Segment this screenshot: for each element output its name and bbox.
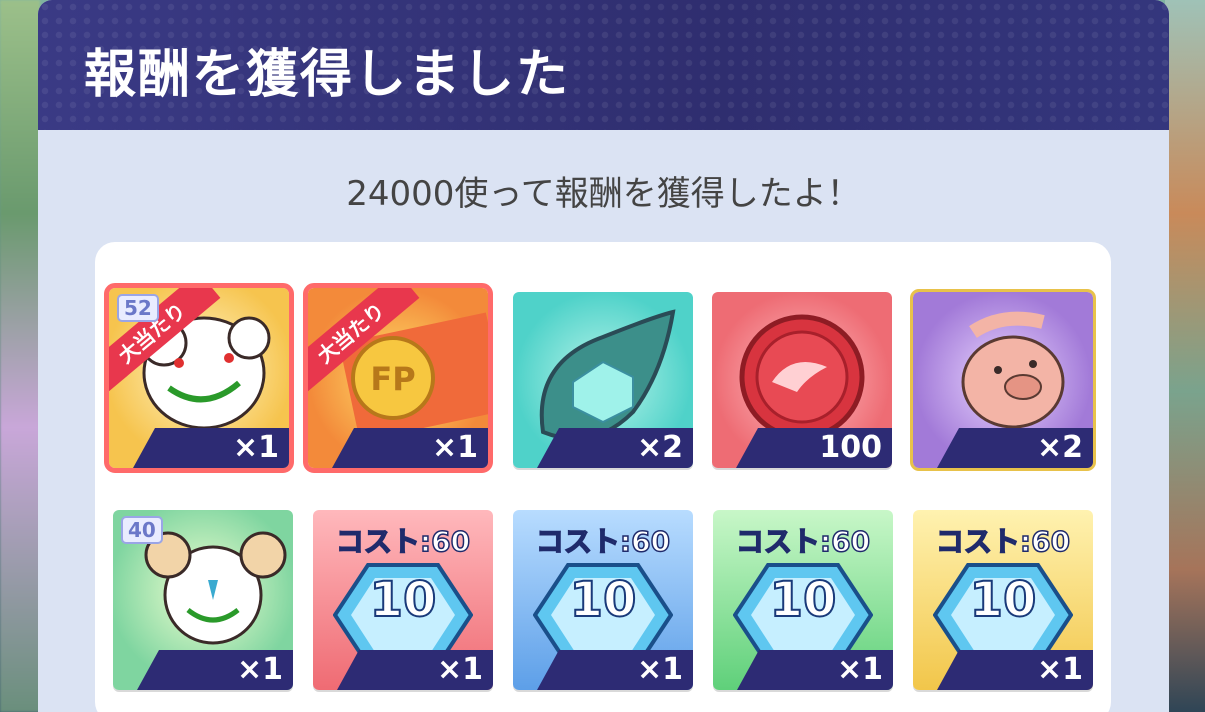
cost-label: コスト:60 [335, 524, 471, 559]
quantity-label: ×1 [332, 428, 488, 468]
reward-tile[interactable]: コスト:60 10 ×1 [513, 510, 693, 690]
cost-label: コスト:60 [935, 524, 1071, 559]
dialog-title: 報酬を獲得しました [84, 45, 571, 105]
quantity-label: ×1 [133, 428, 289, 468]
reward-tile[interactable]: 40 ×1 [113, 510, 293, 690]
cost-value: 10 [969, 571, 1038, 629]
cost-value: 10 [369, 571, 438, 629]
rewards-panel: 大当たり 52 ×1 FP 大当たり ×1 ×2 100 ×2 40 ×1 コス… [95, 242, 1111, 712]
quantity-label: 100 [736, 428, 892, 468]
quantity-label: ×2 [937, 428, 1093, 468]
level-badge: 40 [121, 516, 163, 544]
cost-label: コスト:60 [735, 524, 871, 559]
reward-tile[interactable]: 大当たり 52 ×1 [104, 283, 294, 473]
dialog-subtitle: 24000使って報酬を獲得したよ！ [346, 174, 861, 214]
quantity-label: ×2 [537, 428, 693, 468]
quantity-label: ×1 [137, 650, 293, 690]
reward-dialog: 報酬を獲得しました 24000使って報酬を獲得したよ！ 大当たり 52 ×1 F… [38, 0, 1169, 712]
dialog-header: 報酬を獲得しました [38, 0, 1169, 130]
quantity-label: ×1 [737, 650, 893, 690]
reward-tile[interactable]: ×2 [513, 292, 693, 468]
level-badge: 52 [117, 294, 159, 322]
quantity-label: ×1 [937, 650, 1093, 690]
reward-tile[interactable]: ×2 [910, 289, 1096, 471]
cost-label: コスト:60 [535, 524, 671, 559]
cost-value: 10 [569, 571, 638, 629]
quantity-label: ×1 [537, 650, 693, 690]
cost-value: 10 [769, 571, 838, 629]
quantity-label: ×1 [337, 650, 493, 690]
reward-tile[interactable]: コスト:60 10 ×1 [913, 510, 1093, 690]
reward-tile[interactable]: FP 大当たり ×1 [303, 283, 493, 473]
background-left [0, 0, 40, 712]
background-right [1165, 0, 1205, 712]
reward-tile[interactable]: コスト:60 10 ×1 [713, 510, 893, 690]
svg-text:FP: FP [370, 360, 415, 398]
reward-tile[interactable]: 100 [712, 292, 892, 468]
reward-tile[interactable]: コスト:60 10 ×1 [313, 510, 493, 690]
